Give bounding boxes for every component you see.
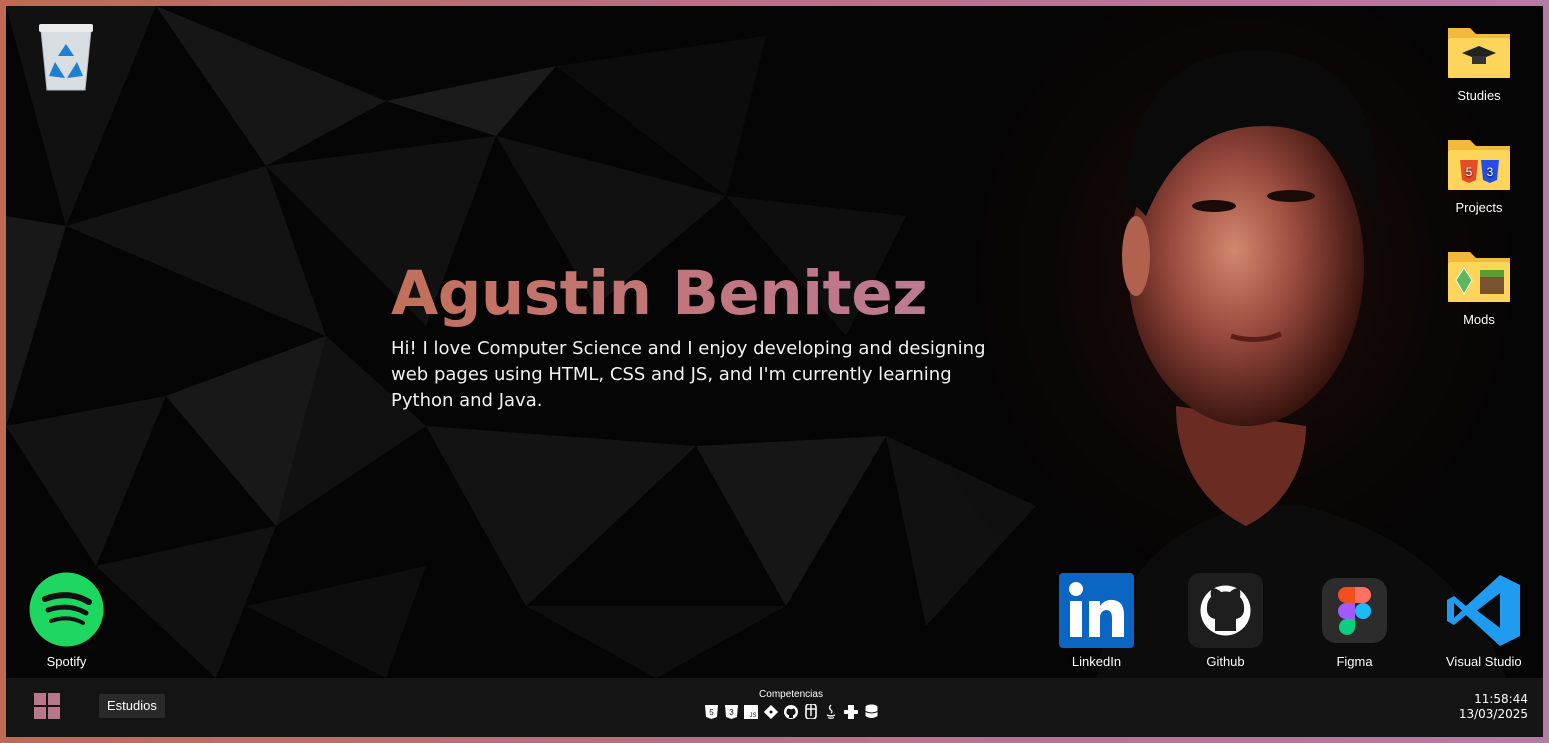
folder-studies-label: Studies [1457, 88, 1501, 103]
css3-icon: 3 [724, 704, 739, 719]
folder-html-css-icon: 5 3 [1448, 140, 1510, 190]
linkedin-icon [1059, 573, 1134, 648]
folder-minecraft-icon [1448, 252, 1510, 302]
svg-text:3: 3 [729, 708, 734, 717]
taskbar-clock[interactable]: 11:58:44 13/03/2025 [1459, 692, 1528, 722]
folder-mods[interactable]: Mods [1446, 246, 1512, 327]
app-linkedin-label: LinkedIn [1071, 654, 1122, 669]
spotify-icon [29, 572, 104, 647]
svg-text:5: 5 [1466, 165, 1473, 179]
recycle-bin-icon [39, 24, 93, 91]
svg-text:5: 5 [709, 708, 714, 717]
javascript-icon: JS [744, 704, 759, 719]
skills-icon-row: 5 3 JS [666, 704, 916, 719]
app-visual-studio[interactable]: Visual Studio [1446, 573, 1522, 669]
windows-start-icon [34, 693, 46, 705]
desktop: Studies 5 3 Projects Mods Agustin Benite… [6, 6, 1543, 737]
clock-date: 13/03/2025 [1458, 707, 1528, 721]
vscode-icon [1447, 575, 1521, 646]
java-icon [824, 704, 839, 719]
folder-mods-label: Mods [1463, 312, 1495, 327]
hero-bio: Hi! I love Computer Science and I enjoy … [391, 338, 986, 411]
app-spotify-label: Spotify [46, 654, 87, 669]
database-icon [864, 704, 879, 719]
folder-projects[interactable]: 5 3 Projects [1446, 134, 1512, 215]
app-spotify[interactable]: Spotify [29, 572, 104, 669]
html5-icon: 5 [704, 704, 719, 719]
svg-text:JS: JS [749, 713, 756, 719]
hero-name: Agustin Benitez [391, 252, 1011, 336]
app-linkedin[interactable]: LinkedIn [1059, 573, 1134, 669]
git-icon [764, 704, 779, 719]
start-button[interactable] [34, 693, 60, 719]
skills-title: Competencias [759, 689, 823, 700]
figma-icon [1322, 578, 1387, 643]
github-small-icon [784, 704, 799, 719]
folder-studies[interactable]: Studies [1446, 22, 1512, 103]
clock-time: 11:58:44 [1474, 692, 1528, 706]
svg-text:3: 3 [1487, 165, 1494, 179]
app-github-label: Github [1206, 654, 1245, 669]
app-figma[interactable]: Figma [1317, 573, 1392, 669]
app-figma-label: Figma [1336, 654, 1373, 669]
app-visual-studio-label: Visual Studio [1446, 654, 1522, 669]
taskbar: Estudios Competencias 5 3 JS 11:58:44 13… [6, 678, 1543, 737]
figma-small-icon [804, 704, 819, 719]
recycle-bin[interactable] [37, 22, 95, 92]
hero-section: Agustin Benitez Hi! I love Computer Scie… [391, 252, 1011, 414]
folder-projects-label: Projects [1455, 200, 1503, 215]
taskbar-window-estudios[interactable]: Estudios [99, 694, 165, 718]
skills-tray: Competencias 5 3 JS [666, 689, 916, 719]
folder-graduation-cap-icon [1448, 28, 1510, 78]
app-github[interactable]: Github [1188, 573, 1263, 669]
github-icon [1188, 573, 1263, 648]
python-icon [844, 704, 859, 719]
